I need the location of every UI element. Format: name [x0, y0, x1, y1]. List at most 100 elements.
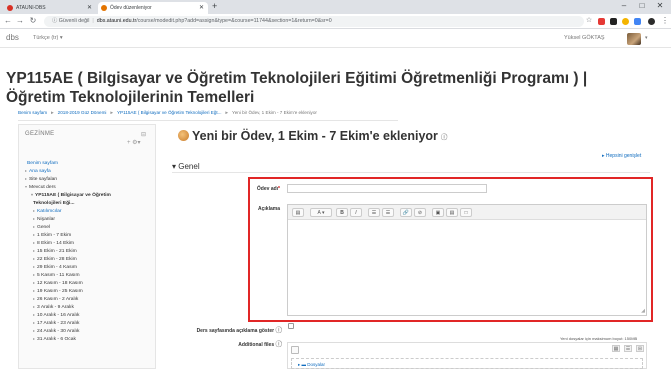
help-icon[interactable]: ⓘ: [276, 341, 283, 348]
ordered-list-icon[interactable]: ☰: [382, 208, 394, 217]
link-icon[interactable]: 🔗: [400, 208, 412, 217]
browser-tab-odev[interactable]: Ödev düzenleniyor ✕: [98, 2, 208, 14]
url-path: /course/modedit.php?add=assign&type=&cou…: [136, 18, 332, 24]
close-tab-icon[interactable]: ✕: [199, 2, 204, 14]
bookmark-star-icon[interactable]: ☆: [584, 16, 594, 24]
media-icon[interactable]: ▤: [446, 208, 458, 217]
unlink-icon[interactable]: ⊘: [414, 208, 426, 217]
sidebar-item[interactable]: ▸ 22 Ekim - 28 Ekim: [33, 255, 77, 263]
maximize-button[interactable]: □: [633, 1, 651, 10]
new-tab-button[interactable]: +: [212, 1, 217, 11]
profile-icon[interactable]: [648, 18, 655, 25]
forward-arrow-icon[interactable]: →: [15, 16, 25, 25]
sidebar-item-label: 22 Ekim - 28 Ekim: [37, 257, 77, 262]
file-manager-icon[interactable]: □: [460, 208, 472, 217]
sidebar-item[interactable]: ▾ Mevcut ders: [25, 183, 56, 191]
sidebar-item[interactable]: Benim sayfam: [25, 159, 58, 167]
help-icon[interactable]: ⓘ: [276, 327, 283, 334]
sidebar-item[interactable]: ▸ 1 Ekim - 7 Ekim: [33, 231, 71, 239]
close-window-button[interactable]: ✕: [651, 1, 669, 10]
sidebar-item-label: 8 Ekim - 14 Ekim: [37, 241, 74, 246]
sidebar-item-label: Katılımcılar: [37, 209, 62, 214]
sidebar-item[interactable]: ▸ Genel: [33, 223, 50, 231]
show-description-label: Ders sayfasında açıklama göster ⓘ: [176, 324, 282, 334]
extension-icon[interactable]: [622, 18, 629, 25]
resize-handle-icon[interactable]: ◢: [641, 308, 645, 314]
tab-label: ATAUNI-DBS: [16, 5, 46, 11]
site-brand[interactable]: dbs: [6, 33, 19, 42]
required-marker: *: [278, 186, 280, 192]
breadcrumb-item[interactable]: YP115AE ( Bilgisayar ve Öğretim Teknoloj…: [117, 110, 222, 115]
sidebar-item[interactable]: ▸ 24 Aralık - 30 Aralık: [33, 327, 79, 335]
breadcrumb-current: Yeni bir Ödev, 1 Ekim - 7 Ekim'e ekleniy…: [232, 110, 317, 115]
back-arrow-icon[interactable]: ←: [3, 16, 13, 25]
menu-dots-icon[interactable]: ⋮: [660, 16, 670, 25]
heading-text: Yeni bir Ödev, 1 Ekim - 7 Ekim'e ekleniy…: [192, 129, 438, 143]
unordered-list-icon[interactable]: ☰: [368, 208, 380, 217]
sidebar-item[interactable]: ▸ 3 Aralık - 9 Aralık: [33, 303, 74, 311]
paragraph-style-icon[interactable]: A ▾: [310, 208, 332, 217]
sidebar-item-label: 17 Aralık - 23 Aralık: [37, 321, 80, 326]
sidebar-item[interactable]: ▾ YP115AE ( Bilgisayar ve Öğretim: [31, 191, 111, 199]
reload-icon[interactable]: ↻: [28, 16, 38, 25]
tab-label: Ödev düzenleniyor: [110, 5, 152, 11]
sidebar-item[interactable]: ▸ Katılımcılar: [33, 207, 61, 215]
sidebar-item-label: Benim sayfam: [27, 161, 58, 166]
breadcrumb-item[interactable]: 2018-2019 Güz Dönemi: [58, 110, 107, 115]
sidebar-item[interactable]: ▸ 12 Kasım - 18 Kasım: [33, 279, 83, 287]
sidebar-item-label: Genel: [37, 225, 51, 230]
favicon-icon: [101, 5, 107, 11]
editor-toggle-icon[interactable]: ▤: [292, 208, 304, 217]
sidebar-item[interactable]: ▸ Site sayfaları: [25, 175, 57, 183]
sidebar-item[interactable]: Teknolojileri Eği...: [31, 199, 75, 207]
sidebar-item[interactable]: ▸ 10 Aralık - 16 Aralık: [33, 311, 79, 319]
view-icons-icon[interactable]: ▦: [612, 345, 620, 352]
extension-icon[interactable]: [634, 18, 641, 25]
sidebar-item[interactable]: ▸ Ana sayfa: [25, 167, 51, 175]
sidebar-item-label: 31 Aralık - 6 Ocak: [37, 337, 76, 342]
favicon-icon: [7, 5, 13, 11]
assignment-name-input[interactable]: [287, 184, 487, 193]
page-heading: Yeni bir Ödev, 1 Ekim - 7 Ekim'e ekleniy…: [192, 129, 447, 143]
show-description-checkbox[interactable]: [288, 323, 294, 329]
add-file-icon[interactable]: [291, 346, 299, 354]
address-bar[interactable]: ⓘ Güvenli değil | dbs.atauni.edu.tr/course…: [44, 16, 584, 27]
block-actions-icon[interactable]: + ⚙▾: [127, 139, 141, 146]
file-manager[interactable]: ▦ ☰ ⊞ ▸ ▬ Dosyalar: [287, 342, 647, 369]
expand-all-link[interactable]: ▸ Hepsini genişlet: [602, 153, 641, 159]
sidebar-item[interactable]: ▸ 17 Aralık - 23 Aralık: [33, 319, 79, 327]
section-toggle-general[interactable]: ▾ Genel: [172, 162, 200, 171]
sidebar-item[interactable]: ▸ 19 Kasım - 25 Kasım: [33, 287, 83, 295]
language-selector[interactable]: Türkçe (tr) ▾: [33, 35, 63, 41]
view-list-icon[interactable]: ☰: [624, 345, 632, 352]
sidebar-item[interactable]: ▸ Nişanlar: [33, 215, 55, 223]
sidebar-item[interactable]: ▸ 26 Kasım - 2 Aralık: [33, 295, 78, 303]
folder-label: Dosyalar: [307, 362, 326, 367]
view-tree-icon[interactable]: ⊞: [636, 345, 644, 352]
divider: [18, 120, 398, 121]
italic-icon[interactable]: I: [350, 208, 362, 217]
browser-tab-atauni[interactable]: ATAUNI-DBS ✕: [4, 2, 96, 14]
extension-icon[interactable]: [610, 18, 617, 25]
help-icon[interactable]: ⓘ: [441, 134, 448, 141]
browser-toolbar: ← → ↻ ⓘ Güvenli değil | dbs.atauni.edu.tr/…: [0, 14, 671, 29]
user-name[interactable]: Yüksel GÖKTAŞ: [564, 35, 605, 41]
breadcrumb-item[interactable]: Benim sayfam: [18, 110, 47, 115]
site-header: dbs Türkçe (tr) ▾ Yüksel GÖKTAŞ ▾: [0, 30, 671, 48]
close-tab-icon[interactable]: ✕: [87, 2, 92, 14]
minimize-button[interactable]: –: [615, 1, 633, 10]
folder-tree[interactable]: ▸ ▬ Dosyalar: [291, 358, 643, 369]
sidebar-item[interactable]: ▸ 15 Ekim - 21 Ekim: [33, 247, 77, 255]
user-menu-caret[interactable]: ▾: [645, 35, 648, 41]
sidebar-item[interactable]: ▸ 29 Ekim - 4 Kasım: [33, 263, 77, 271]
extension-icon[interactable]: [598, 18, 605, 25]
bold-icon[interactable]: B: [336, 208, 348, 217]
sidebar-item[interactable]: ▸ 8 Ekim - 14 Ekim: [33, 239, 74, 247]
description-editor[interactable]: ▤ A ▾ B I ☰ ☰ 🔗 ⊘ ▣ ▤ □ ◢: [287, 204, 647, 316]
label-text: Ders sayfasında açıklama göster: [196, 328, 275, 334]
image-icon[interactable]: ▣: [432, 208, 444, 217]
sidebar-item[interactable]: ▸ 31 Aralık - 6 Ocak: [33, 335, 76, 343]
sidebar-item[interactable]: ▸ 5 Kasım - 11 Kasım: [33, 271, 80, 279]
avatar[interactable]: [627, 33, 641, 45]
dock-icon[interactable]: ⊟: [141, 131, 146, 138]
